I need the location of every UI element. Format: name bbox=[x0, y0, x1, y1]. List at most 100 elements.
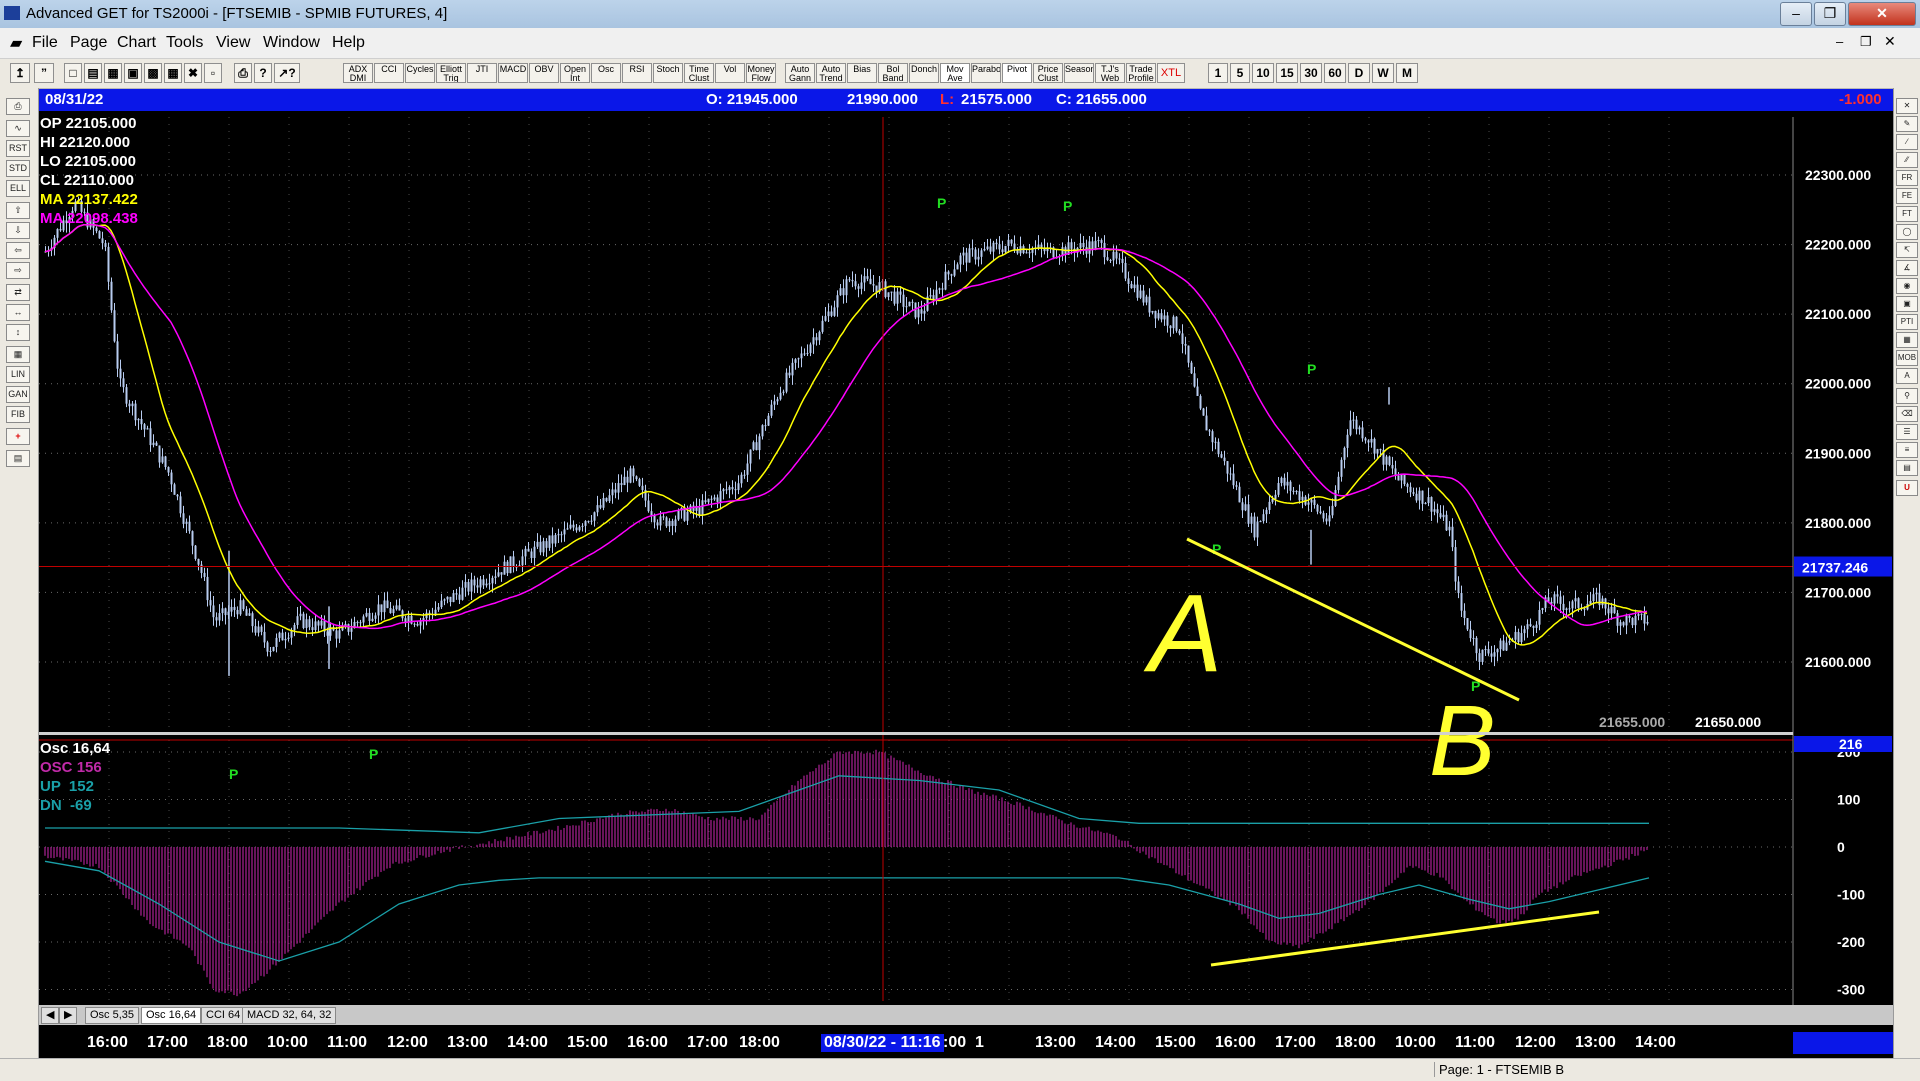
quote-icon[interactable]: ” bbox=[34, 63, 54, 83]
eraser-icon[interactable]: ⌫ bbox=[1896, 406, 1918, 422]
study-button-osc[interactable]: Osc bbox=[591, 63, 621, 83]
study-button-money-flow[interactable]: Money Flow bbox=[746, 63, 776, 83]
tab-scroll-right[interactable]: ▶ bbox=[59, 1007, 78, 1024]
study-button-auto-gann[interactable]: Auto Gann bbox=[785, 63, 815, 83]
timeframe-5[interactable]: 5 bbox=[1230, 63, 1250, 83]
study-button-t-j-s-web[interactable]: T.J's Web bbox=[1095, 63, 1125, 83]
study-button-mov-ave[interactable]: Mov Ave bbox=[940, 63, 970, 83]
study-button-bol-band[interactable]: Bol Band bbox=[878, 63, 908, 83]
menu-tools[interactable]: Tools bbox=[166, 34, 203, 52]
close-button[interactable]: ✕ bbox=[1848, 2, 1916, 26]
print-tool-icon[interactable]: ⎙ bbox=[6, 98, 30, 115]
child-close-button[interactable]: ✕ bbox=[1884, 33, 1896, 50]
fib-extension-icon[interactable]: FE bbox=[1896, 188, 1918, 204]
menu-view[interactable]: View bbox=[216, 34, 250, 52]
study-button-adx-dmi[interactable]: ADX DMI bbox=[343, 63, 373, 83]
grid-tool-icon[interactable]: ▦ bbox=[6, 346, 30, 363]
mob-tool-icon[interactable]: MOB bbox=[1896, 350, 1918, 366]
study-button-vol[interactable]: Vol bbox=[715, 63, 745, 83]
fib-retrace-icon[interactable]: FR bbox=[1896, 170, 1918, 186]
fib-tool-icon[interactable]: FIB bbox=[6, 406, 30, 423]
tab-osc-5-35[interactable]: Osc 5,35 bbox=[85, 1007, 140, 1024]
study-button-cci[interactable]: CCI bbox=[374, 63, 404, 83]
study-tool-icon[interactable]: STD bbox=[6, 160, 30, 177]
study-button-elliott-trig[interactable]: Elliott Trig bbox=[436, 63, 466, 83]
layout-icon[interactable]: ▫ bbox=[204, 63, 222, 83]
arrow-right-icon[interactable]: ⇨ bbox=[6, 262, 30, 279]
paste-icon[interactable]: ▩ bbox=[144, 63, 162, 83]
elliott-tool-icon[interactable]: ELL bbox=[6, 180, 30, 197]
reset-tool-icon[interactable]: RST bbox=[6, 140, 30, 157]
timeframe-60[interactable]: 60 bbox=[1324, 63, 1346, 83]
undo-icon[interactable]: U bbox=[1896, 480, 1918, 496]
timeframe-10[interactable]: 10 bbox=[1252, 63, 1274, 83]
price-chart[interactable]: PPP PPPPAB 22300.00022200.00022100.000220… bbox=[39, 111, 1893, 1005]
tab-macd[interactable]: MACD 32, 64, 32 bbox=[242, 1007, 337, 1024]
crosshair-icon[interactable]: + bbox=[6, 428, 30, 445]
study-button-parabolic[interactable]: Parabolic bbox=[971, 63, 1001, 83]
maximize-button[interactable]: ❐ bbox=[1814, 2, 1846, 26]
help-icon[interactable]: ? bbox=[254, 63, 272, 83]
fib-time-icon[interactable]: FT bbox=[1896, 206, 1918, 222]
study-button-stoch[interactable]: Stoch bbox=[653, 63, 683, 83]
tab-scroll-left[interactable]: ◀ bbox=[41, 1007, 60, 1024]
expand-icon[interactable]: ↔ bbox=[6, 304, 30, 321]
new-page-icon[interactable]: □ bbox=[64, 63, 82, 83]
trendline-icon[interactable]: ∕ bbox=[1896, 134, 1918, 150]
timeframe-30[interactable]: 30 bbox=[1300, 63, 1322, 83]
menu-page[interactable]: Page bbox=[70, 34, 107, 52]
list-tool-icon[interactable]: ☰ bbox=[1896, 424, 1918, 440]
arrow-down-icon[interactable]: ⇩ bbox=[6, 222, 30, 239]
copy-icon[interactable]: ▣ bbox=[124, 63, 142, 83]
study-button-pivot[interactable]: Pivot bbox=[1002, 63, 1032, 83]
compress-icon[interactable]: ⇄ bbox=[6, 284, 30, 301]
pen-icon[interactable]: ✎ bbox=[1896, 116, 1918, 132]
zoom-icon[interactable]: ↕ bbox=[6, 324, 30, 341]
pti-tool-icon[interactable]: PTI bbox=[1896, 314, 1918, 330]
lines-tool-icon[interactable]: LIN bbox=[6, 366, 30, 383]
study-button-cycles[interactable]: Cycles bbox=[405, 63, 435, 83]
ellipse-tool-icon[interactable]: ◉ bbox=[1896, 278, 1918, 294]
print-icon[interactable]: ⎙ bbox=[234, 63, 252, 83]
text-tool-icon[interactable]: A bbox=[1896, 368, 1918, 384]
channel-icon[interactable]: ∕∕ bbox=[1896, 152, 1918, 168]
study-button-donch[interactable]: Donch bbox=[909, 63, 939, 83]
tab-osc-16-64[interactable]: Osc 16,64 bbox=[141, 1007, 202, 1024]
study-button-time-clust[interactable]: Time Clust bbox=[684, 63, 714, 83]
save-icon[interactable]: ▦ bbox=[104, 63, 122, 83]
timeframe-daily[interactable]: D bbox=[1348, 63, 1370, 83]
study-button-rsi[interactable]: RSI bbox=[622, 63, 652, 83]
circle-tool-icon[interactable]: ◯ bbox=[1896, 224, 1918, 240]
minimize-button[interactable]: – bbox=[1780, 2, 1812, 26]
zigzag-tool-icon[interactable]: ∿ bbox=[6, 120, 30, 137]
menu-help[interactable]: Help bbox=[332, 34, 365, 52]
study-button-xtl[interactable]: XTL bbox=[1157, 63, 1185, 83]
child-restore-button[interactable]: ❐ bbox=[1860, 34, 1872, 50]
ruler-icon[interactable]: ≡ bbox=[1896, 442, 1918, 458]
timeframe-15[interactable]: 15 bbox=[1276, 63, 1298, 83]
study-button-price-clust[interactable]: Price Clust bbox=[1033, 63, 1063, 83]
tab-cci-64[interactable]: CCI 64 bbox=[201, 1007, 246, 1024]
arrow-left-icon[interactable]: ⇦ bbox=[6, 242, 30, 259]
box-tool-icon[interactable]: ▣ bbox=[1896, 296, 1918, 312]
magnifier-icon[interactable]: ⚲ bbox=[1896, 388, 1918, 404]
study-button-trade-profile[interactable]: Trade Profile bbox=[1126, 63, 1156, 83]
timeframe-weekly[interactable]: W bbox=[1372, 63, 1394, 83]
close-drawing-icon[interactable]: ✕ bbox=[1896, 98, 1918, 114]
grid-tool-icon[interactable]: ▦ bbox=[1896, 332, 1918, 348]
menu-chart[interactable]: Chart bbox=[117, 34, 156, 52]
pane-divider[interactable] bbox=[39, 732, 1793, 735]
timeframe-monthly[interactable]: M bbox=[1396, 63, 1418, 83]
clipboard-icon[interactable]: ▤ bbox=[6, 450, 30, 467]
open-icon[interactable]: ▤ bbox=[84, 63, 102, 83]
study-button-auto-trend[interactable]: Auto Trend bbox=[816, 63, 846, 83]
gann-tool-icon[interactable]: GAN bbox=[6, 386, 30, 403]
menu-file[interactable]: File bbox=[32, 34, 58, 52]
study-button-jti[interactable]: JTI bbox=[467, 63, 497, 83]
timeframe-1[interactable]: 1 bbox=[1208, 63, 1228, 83]
arrow-tool-icon[interactable]: ↸ bbox=[1896, 242, 1918, 258]
grid-icon[interactable]: ▦ bbox=[164, 63, 182, 83]
study-button-seasonals[interactable]: Seasonals bbox=[1064, 63, 1094, 83]
study-button-open-int[interactable]: Open Int bbox=[560, 63, 590, 83]
study-button-macd[interactable]: MACD bbox=[498, 63, 528, 83]
